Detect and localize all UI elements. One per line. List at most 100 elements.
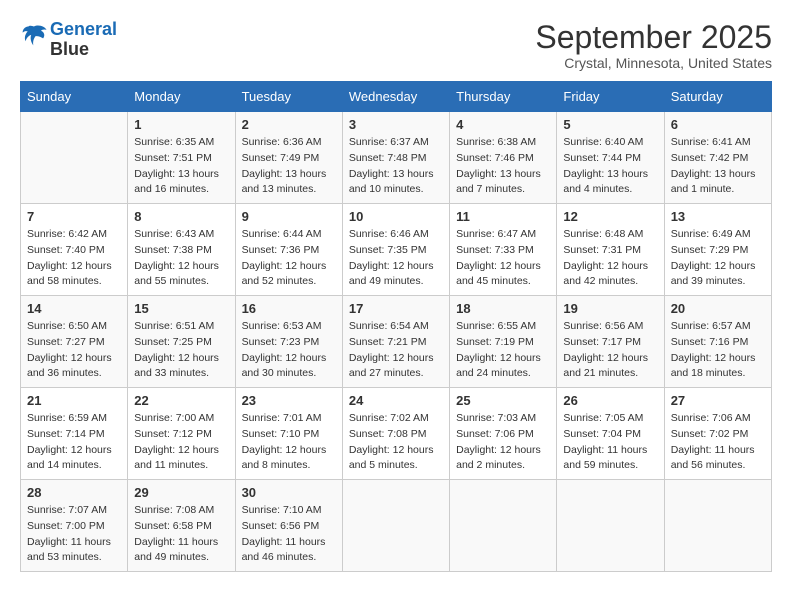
day-info: Sunrise: 6:37 AMSunset: 7:48 PMDaylight:… xyxy=(349,135,443,198)
day-number: 17 xyxy=(349,301,443,316)
calendar-cell xyxy=(450,480,557,572)
day-number: 11 xyxy=(456,209,550,224)
day-number: 13 xyxy=(671,209,765,224)
calendar-cell: 4Sunrise: 6:38 AMSunset: 7:46 PMDaylight… xyxy=(450,112,557,204)
calendar-cell: 1 Sunrise: 6:35 AMSunset: 7:51 PMDaylight… xyxy=(128,112,235,204)
day-info: Sunrise: 6:59 AMSunset: 7:14 PMDaylight:… xyxy=(27,411,121,474)
header-monday: Monday xyxy=(128,82,235,112)
calendar-cell: 24 Sunrise: 7:02 AMSunset: 7:08 PMDayligh… xyxy=(342,388,449,480)
calendar-cell xyxy=(664,480,771,572)
logo-icon xyxy=(20,23,48,51)
day-number: 7 xyxy=(27,209,121,224)
day-info: Sunrise: 7:01 AMSunset: 7:10 PMDaylight:… xyxy=(242,411,336,474)
calendar-week-row: 28 Sunrise: 7:07 AMSunset: 7:00 PMDayligh… xyxy=(21,480,772,572)
day-number: 23 xyxy=(242,393,336,408)
calendar-cell: 12 Sunrise: 6:48 AMSunset: 7:31 PMDayligh… xyxy=(557,204,664,296)
calendar-week-row: 7 Sunrise: 6:42 AMSunset: 7:40 PMDaylight… xyxy=(21,204,772,296)
day-number: 1 xyxy=(134,117,228,132)
calendar-header-row: SundayMondayTuesdayWednesdayThursdayFrid… xyxy=(21,82,772,112)
header-tuesday: Tuesday xyxy=(235,82,342,112)
day-number: 30 xyxy=(242,485,336,500)
day-number: 26 xyxy=(563,393,657,408)
calendar-cell xyxy=(21,112,128,204)
day-info: Sunrise: 7:07 AMSunset: 7:00 PMDaylight:… xyxy=(27,503,121,566)
day-info: Sunrise: 6:38 AMSunset: 7:46 PMDaylight:… xyxy=(456,135,550,198)
logo-text: General Blue xyxy=(50,20,117,60)
calendar-cell: 8Sunrise: 6:43 AMSunset: 7:38 PMDaylight… xyxy=(128,204,235,296)
day-number: 21 xyxy=(27,393,121,408)
day-info: Sunrise: 6:55 AMSunset: 7:19 PMDaylight:… xyxy=(456,319,550,382)
day-number: 20 xyxy=(671,301,765,316)
calendar-cell: 25 Sunrise: 7:03 AMSunset: 7:06 PMDayligh… xyxy=(450,388,557,480)
calendar-cell: 13 Sunrise: 6:49 AMSunset: 7:29 PMDayligh… xyxy=(664,204,771,296)
calendar-cell: 26 Sunrise: 7:05 AMSunset: 7:04 PMDayligh… xyxy=(557,388,664,480)
calendar-cell: 23 Sunrise: 7:01 AMSunset: 7:10 PMDayligh… xyxy=(235,388,342,480)
calendar-cell: 19Sunrise: 6:56 AMSunset: 7:17 PMDayligh… xyxy=(557,296,664,388)
calendar-cell: 30 Sunrise: 7:10 AMSunset: 6:56 PMDayligh… xyxy=(235,480,342,572)
day-number: 3 xyxy=(349,117,443,132)
day-info: Sunrise: 6:53 AMSunset: 7:23 PMDaylight:… xyxy=(242,319,336,382)
page-header: General Blue September 2025 Crystal, Min… xyxy=(20,20,772,71)
day-number: 18 xyxy=(456,301,550,316)
title-block: September 2025 Crystal, Minnesota, Unite… xyxy=(535,20,772,71)
day-info: Sunrise: 6:36 AMSunset: 7:49 PMDaylight:… xyxy=(242,135,336,198)
calendar-cell: 20 Sunrise: 6:57 AMSunset: 7:16 PMDayligh… xyxy=(664,296,771,388)
day-info: Sunrise: 6:46 AMSunset: 7:35 PMDaylight:… xyxy=(349,227,443,290)
day-info: Sunrise: 6:42 AMSunset: 7:40 PMDaylight:… xyxy=(27,227,121,290)
day-info: Sunrise: 6:51 AMSunset: 7:25 PMDaylight:… xyxy=(134,319,228,382)
day-number: 6 xyxy=(671,117,765,132)
day-info: Sunrise: 6:49 AMSunset: 7:29 PMDaylight:… xyxy=(671,227,765,290)
day-info: Sunrise: 6:35 AMSunset: 7:51 PMDaylight:… xyxy=(134,135,228,198)
calendar-cell: 16 Sunrise: 6:53 AMSunset: 7:23 PMDayligh… xyxy=(235,296,342,388)
day-info: Sunrise: 6:54 AMSunset: 7:21 PMDaylight:… xyxy=(349,319,443,382)
header-sunday: Sunday xyxy=(21,82,128,112)
day-number: 10 xyxy=(349,209,443,224)
calendar-cell: 28 Sunrise: 7:07 AMSunset: 7:00 PMDayligh… xyxy=(21,480,128,572)
calendar-cell xyxy=(557,480,664,572)
day-number: 29 xyxy=(134,485,228,500)
header-friday: Friday xyxy=(557,82,664,112)
calendar-cell xyxy=(342,480,449,572)
day-number: 25 xyxy=(456,393,550,408)
day-info: Sunrise: 7:00 AMSunset: 7:12 PMDaylight:… xyxy=(134,411,228,474)
day-info: Sunrise: 7:05 AMSunset: 7:04 PMDaylight:… xyxy=(563,411,657,474)
calendar-cell: 5Sunrise: 6:40 AMSunset: 7:44 PMDaylight… xyxy=(557,112,664,204)
day-number: 19 xyxy=(563,301,657,316)
calendar-cell: 18 Sunrise: 6:55 AMSunset: 7:19 PMDayligh… xyxy=(450,296,557,388)
page-subtitle: Crystal, Minnesota, United States xyxy=(535,55,772,71)
calendar-cell: 9Sunrise: 6:44 AMSunset: 7:36 PMDaylight… xyxy=(235,204,342,296)
day-info: Sunrise: 7:02 AMSunset: 7:08 PMDaylight:… xyxy=(349,411,443,474)
day-info: Sunrise: 6:47 AMSunset: 7:33 PMDaylight:… xyxy=(456,227,550,290)
day-number: 15 xyxy=(134,301,228,316)
day-info: Sunrise: 6:41 AMSunset: 7:42 PMDaylight:… xyxy=(671,135,765,198)
day-info: Sunrise: 6:48 AMSunset: 7:31 PMDaylight:… xyxy=(563,227,657,290)
calendar-week-row: 21 Sunrise: 6:59 AMSunset: 7:14 PMDayligh… xyxy=(21,388,772,480)
calendar-cell: 6 Sunrise: 6:41 AMSunset: 7:42 PMDaylight… xyxy=(664,112,771,204)
calendar-cell: 10 Sunrise: 6:46 AMSunset: 7:35 PMDayligh… xyxy=(342,204,449,296)
calendar-cell: 15 Sunrise: 6:51 AMSunset: 7:25 PMDayligh… xyxy=(128,296,235,388)
day-info: Sunrise: 7:08 AMSunset: 6:58 PMDaylight:… xyxy=(134,503,228,566)
day-number: 16 xyxy=(242,301,336,316)
day-number: 5 xyxy=(563,117,657,132)
logo: General Blue xyxy=(20,20,117,60)
calendar-cell: 7 Sunrise: 6:42 AMSunset: 7:40 PMDaylight… xyxy=(21,204,128,296)
day-info: Sunrise: 6:50 AMSunset: 7:27 PMDaylight:… xyxy=(27,319,121,382)
calendar-cell: 29 Sunrise: 7:08 AMSunset: 6:58 PMDayligh… xyxy=(128,480,235,572)
calendar-cell: 14Sunrise: 6:50 AMSunset: 7:27 PMDayligh… xyxy=(21,296,128,388)
calendar-week-row: 1 Sunrise: 6:35 AMSunset: 7:51 PMDaylight… xyxy=(21,112,772,204)
day-number: 24 xyxy=(349,393,443,408)
day-number: 27 xyxy=(671,393,765,408)
day-number: 22 xyxy=(134,393,228,408)
day-number: 2 xyxy=(242,117,336,132)
calendar-cell: 2 Sunrise: 6:36 AMSunset: 7:49 PMDaylight… xyxy=(235,112,342,204)
day-info: Sunrise: 7:03 AMSunset: 7:06 PMDaylight:… xyxy=(456,411,550,474)
day-number: 8 xyxy=(134,209,228,224)
day-info: Sunrise: 6:57 AMSunset: 7:16 PMDaylight:… xyxy=(671,319,765,382)
calendar-cell: 22 Sunrise: 7:00 AMSunset: 7:12 PMDayligh… xyxy=(128,388,235,480)
day-info: Sunrise: 7:10 AMSunset: 6:56 PMDaylight:… xyxy=(242,503,336,566)
day-info: Sunrise: 6:44 AMSunset: 7:36 PMDaylight:… xyxy=(242,227,336,290)
calendar-week-row: 14Sunrise: 6:50 AMSunset: 7:27 PMDayligh… xyxy=(21,296,772,388)
day-number: 12 xyxy=(563,209,657,224)
header-wednesday: Wednesday xyxy=(342,82,449,112)
day-number: 28 xyxy=(27,485,121,500)
